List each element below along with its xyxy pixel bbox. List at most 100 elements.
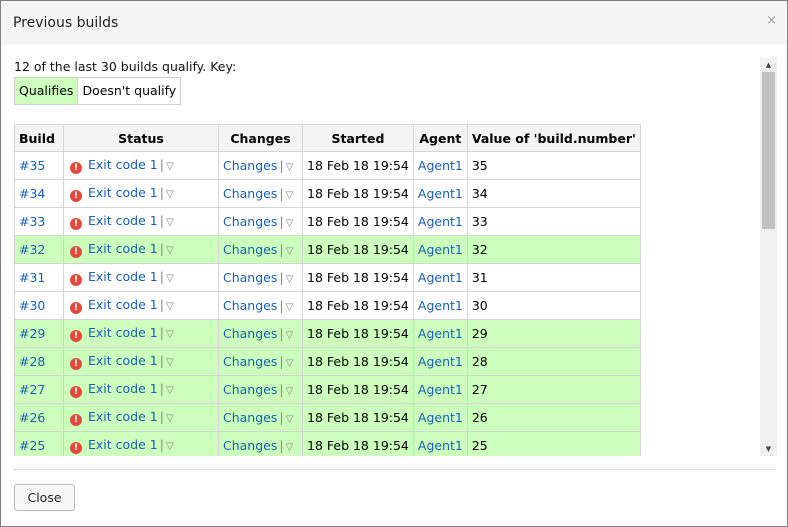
footer-divider bbox=[14, 469, 776, 470]
triangle-down-icon[interactable]: ▽ bbox=[166, 413, 174, 424]
triangle-down-icon[interactable]: ▽ bbox=[166, 301, 174, 312]
started-cell: 18 Feb 18 19:54 bbox=[302, 347, 414, 376]
changes-link[interactable]: Changes bbox=[223, 186, 277, 201]
agent-link[interactable]: Agent1 bbox=[418, 270, 463, 285]
build-cell: #31 bbox=[14, 263, 64, 292]
build-link[interactable]: #30 bbox=[19, 298, 45, 313]
table-row: #35! Exit code 1 | ▽ Changes | ▽ 18 Feb 18 19:5… bbox=[14, 151, 641, 180]
close-icon[interactable]: × bbox=[766, 13, 777, 28]
changes-link[interactable]: Changes bbox=[223, 382, 277, 397]
build-link[interactable]: #26 bbox=[19, 410, 45, 425]
status-cell: ! Exit code 1 | ▽ bbox=[63, 347, 219, 376]
status-link[interactable]: Exit code 1 bbox=[88, 297, 158, 312]
status-link[interactable]: Exit code 1 bbox=[88, 269, 158, 284]
legend-not-qualify: Doesn't qualify bbox=[78, 78, 181, 104]
value-cell: 27 bbox=[466, 375, 641, 404]
build-link[interactable]: #34 bbox=[19, 186, 45, 201]
status-link[interactable]: Exit code 1 bbox=[88, 437, 158, 452]
triangle-down-icon[interactable]: ▽ bbox=[286, 274, 294, 285]
status-link[interactable]: Exit code 1 bbox=[88, 213, 158, 228]
build-link[interactable]: #25 bbox=[19, 438, 45, 453]
build-link[interactable]: #35 bbox=[19, 158, 45, 173]
agent-cell: Agent1 bbox=[412, 403, 468, 432]
triangle-down-icon[interactable]: ▽ bbox=[286, 358, 294, 369]
scrollbar-thumb[interactable] bbox=[762, 72, 775, 229]
scroll-down-arrow-icon[interactable]: ▼ bbox=[760, 442, 777, 456]
triangle-down-icon[interactable]: ▽ bbox=[166, 189, 174, 200]
agent-link[interactable]: Agent1 bbox=[418, 214, 463, 229]
triangle-down-icon[interactable]: ▽ bbox=[286, 246, 294, 257]
table-row: #26! Exit code 1 | ▽ Changes | ▽ 18 Feb 18 19:5… bbox=[14, 403, 641, 432]
legend-key: Qualifies Doesn't qualify bbox=[14, 77, 182, 105]
status-link[interactable]: Exit code 1 bbox=[88, 381, 158, 396]
agent-link[interactable]: Agent1 bbox=[418, 382, 463, 397]
build-cell: #32 bbox=[14, 235, 64, 264]
triangle-down-icon[interactable]: ▽ bbox=[286, 302, 294, 313]
changes-link[interactable]: Changes bbox=[223, 214, 277, 229]
build-link[interactable]: #28 bbox=[19, 354, 45, 369]
agent-link[interactable]: Agent1 bbox=[418, 326, 463, 341]
error-icon: ! bbox=[70, 358, 82, 370]
changes-link[interactable]: Changes bbox=[223, 158, 277, 173]
status-link[interactable]: Exit code 1 bbox=[88, 325, 158, 340]
vertical-scrollbar[interactable]: ▲ ▼ bbox=[760, 58, 777, 456]
error-icon: ! bbox=[70, 246, 82, 258]
triangle-down-icon[interactable]: ▽ bbox=[286, 218, 294, 229]
status-cell: ! Exit code 1 | ▽ bbox=[63, 319, 219, 348]
build-link[interactable]: #27 bbox=[19, 382, 45, 397]
status-link[interactable]: Exit code 1 bbox=[88, 353, 158, 368]
triangle-down-icon[interactable]: ▽ bbox=[286, 442, 294, 453]
agent-link[interactable]: Agent1 bbox=[418, 410, 463, 425]
triangle-down-icon[interactable]: ▽ bbox=[166, 441, 174, 452]
close-button[interactable]: Close bbox=[14, 484, 75, 511]
triangle-down-icon[interactable]: ▽ bbox=[286, 386, 294, 397]
triangle-down-icon[interactable]: ▽ bbox=[166, 217, 174, 228]
table-row: #30! Exit code 1 | ▽ Changes | ▽ 18 Feb 18 19:5… bbox=[14, 291, 641, 320]
triangle-down-icon[interactable]: ▽ bbox=[286, 414, 294, 425]
build-link[interactable]: #31 bbox=[19, 270, 45, 285]
build-cell: #27 bbox=[14, 375, 64, 404]
triangle-down-icon[interactable]: ▽ bbox=[286, 162, 294, 173]
changes-link[interactable]: Changes bbox=[223, 438, 277, 453]
triangle-down-icon[interactable]: ▽ bbox=[166, 161, 174, 172]
changes-link[interactable]: Changes bbox=[223, 354, 277, 369]
changes-link[interactable]: Changes bbox=[223, 298, 277, 313]
changes-link[interactable]: Changes bbox=[223, 270, 277, 285]
changes-link[interactable]: Changes bbox=[223, 410, 277, 425]
triangle-down-icon[interactable]: ▽ bbox=[166, 329, 174, 340]
builds-table: Build Status Changes Started Agent Value… bbox=[14, 124, 641, 456]
status-link[interactable]: Exit code 1 bbox=[88, 241, 158, 256]
previous-builds-dialog: Previous builds × 12 of the last 30 buil… bbox=[0, 0, 788, 527]
agent-cell: Agent1 bbox=[412, 207, 468, 236]
triangle-down-icon[interactable]: ▽ bbox=[166, 357, 174, 368]
changes-link[interactable]: Changes bbox=[223, 242, 277, 257]
agent-link[interactable]: Agent1 bbox=[418, 242, 463, 257]
header-value: Value of 'build.number' bbox=[466, 124, 641, 152]
triangle-down-icon[interactable]: ▽ bbox=[166, 245, 174, 256]
build-link[interactable]: #32 bbox=[19, 242, 45, 257]
triangle-down-icon[interactable]: ▽ bbox=[166, 273, 174, 284]
started-cell: 18 Feb 18 19:54 bbox=[302, 375, 414, 404]
agent-link[interactable]: Agent1 bbox=[418, 438, 463, 453]
agent-link[interactable]: Agent1 bbox=[418, 158, 463, 173]
scroll-up-arrow-icon[interactable]: ▲ bbox=[760, 58, 777, 72]
changes-cell: Changes | ▽ bbox=[218, 151, 303, 180]
agent-link[interactable]: Agent1 bbox=[418, 298, 463, 313]
build-link[interactable]: #33 bbox=[19, 214, 45, 229]
triangle-down-icon[interactable]: ▽ bbox=[286, 330, 294, 341]
status-link[interactable]: Exit code 1 bbox=[88, 185, 158, 200]
separator: | bbox=[279, 354, 284, 369]
status-cell: ! Exit code 1 | ▽ bbox=[63, 235, 219, 264]
triangle-down-icon[interactable]: ▽ bbox=[286, 190, 294, 201]
status-link[interactable]: Exit code 1 bbox=[88, 409, 158, 424]
changes-link[interactable]: Changes bbox=[223, 326, 277, 341]
triangle-down-icon[interactable]: ▽ bbox=[166, 385, 174, 396]
agent-link[interactable]: Agent1 bbox=[418, 186, 463, 201]
header-status: Status bbox=[63, 124, 219, 152]
build-link[interactable]: #29 bbox=[19, 326, 45, 341]
value-cell: 29 bbox=[466, 319, 641, 348]
agent-link[interactable]: Agent1 bbox=[418, 354, 463, 369]
status-cell: ! Exit code 1 | ▽ bbox=[63, 207, 219, 236]
status-link[interactable]: Exit code 1 bbox=[88, 157, 158, 172]
started-cell: 18 Feb 18 19:54 bbox=[302, 179, 414, 208]
